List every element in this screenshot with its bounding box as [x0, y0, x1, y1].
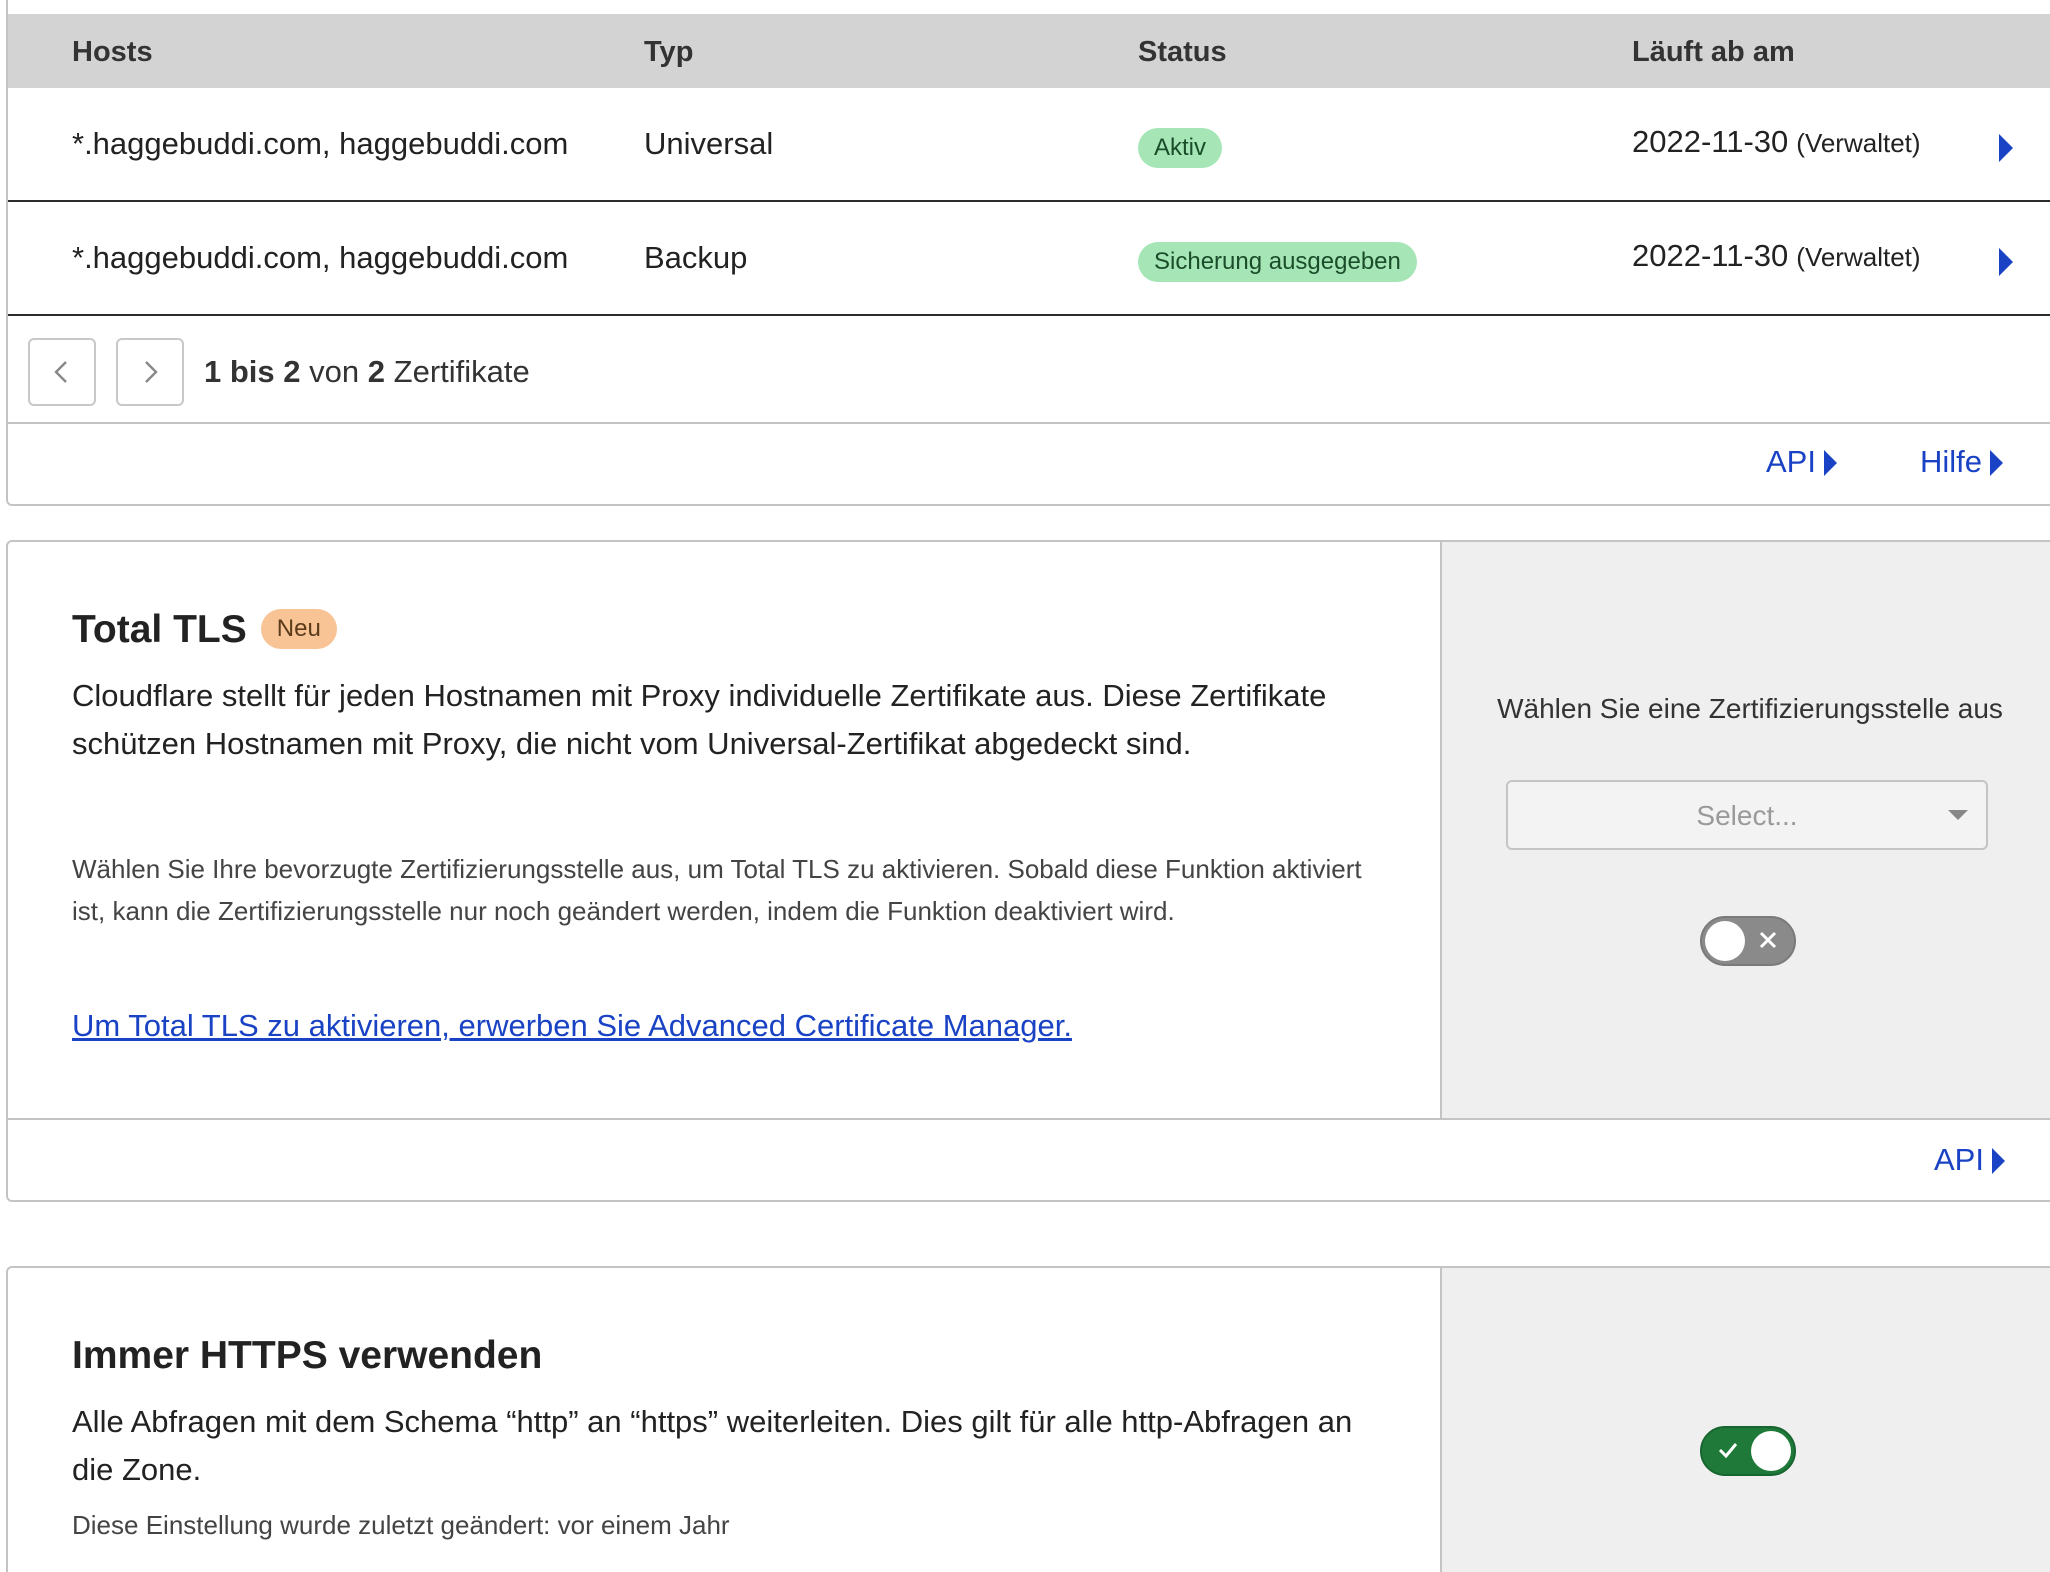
- page-to: 2: [283, 354, 301, 389]
- managed-label: (Verwaltet): [1796, 242, 1921, 272]
- cert-hosts: *.haggebuddi.com, haggebuddi.com: [72, 126, 569, 161]
- cert-expiry: 2022-11-30 (Verwaltet): [1632, 124, 1921, 160]
- always-https-title: Immer HTTPS verwenden: [72, 1334, 543, 1377]
- total-tls-note: Wählen Sie Ihre bevorzugte Zertifizierun…: [72, 854, 1362, 926]
- total-tls-toggle[interactable]: [1700, 916, 1796, 966]
- x-icon: [1759, 931, 1777, 949]
- toggle-knob: [1705, 921, 1745, 961]
- acm-purchase-link[interactable]: Um Total TLS zu aktivieren, erwerben Sie…: [72, 1008, 1072, 1044]
- total-tls-title: Total TLS Neu: [72, 608, 337, 652]
- page-to-word: bis: [229, 354, 275, 389]
- select-placeholder: Select...: [1696, 800, 1798, 831]
- page-unit: Zertifikate: [393, 354, 530, 389]
- caret-right-icon: [1991, 1148, 2005, 1174]
- always-https-note: Diese Einstellung wurde zuletzt geändert…: [72, 1510, 730, 1540]
- expiry-date: 2022-11-30: [1632, 238, 1789, 273]
- chevron-down-icon: [1948, 810, 1968, 820]
- api-link-label: API: [1934, 1142, 1984, 1177]
- certificates-card: Hosts Typ Status Läuft ab am *.haggebudd…: [6, 0, 2050, 506]
- chevron-left-icon: [54, 361, 67, 383]
- card-footer: API Hilfe: [8, 422, 2050, 504]
- column-header-hosts[interactable]: Hosts: [72, 36, 153, 69]
- always-https-control-panel: [1440, 1268, 2050, 1572]
- expiry-date: 2022-11-30: [1632, 124, 1789, 159]
- help-link[interactable]: Hilfe: [1920, 444, 2004, 480]
- always-https-description: Alle Abfragen mit dem Schema “http” an “…: [72, 1404, 1353, 1487]
- caret-right-icon: [1823, 450, 1837, 476]
- page-from: 1: [204, 354, 222, 389]
- managed-label: (Verwaltet): [1796, 128, 1921, 158]
- toggle-knob: [1751, 1431, 1791, 1471]
- table-row[interactable]: *.haggebuddi.com, haggebuddi.com Univers…: [8, 88, 2050, 202]
- page-total: 2: [367, 354, 386, 389]
- column-header-status[interactable]: Status: [1138, 36, 1227, 69]
- pagination: 1 bis 2 von 2 Zertifikate: [8, 314, 2050, 424]
- api-link-label: API: [1766, 444, 1816, 479]
- chevron-right-icon: [145, 361, 158, 383]
- cert-type: Backup: [644, 240, 748, 275]
- pagination-summary: 1 bis 2 von 2 Zertifikate: [204, 354, 530, 390]
- column-header-expires[interactable]: Läuft ab am: [1632, 36, 1795, 69]
- total-tls-control-panel: Wählen Sie eine Zertifizierungsstelle au…: [1440, 542, 2050, 1120]
- next-page-button[interactable]: [116, 338, 184, 406]
- cert-type: Universal: [644, 126, 774, 161]
- table-header: Hosts Typ Status Läuft ab am: [8, 14, 2050, 88]
- status-badge: Aktiv: [1138, 128, 1223, 168]
- total-tls-description: Cloudflare stellt für jeden Hostnamen mi…: [72, 678, 1327, 761]
- caret-right-icon[interactable]: [1999, 134, 2013, 162]
- api-link[interactable]: API: [1934, 1142, 2005, 1178]
- card-footer: API: [8, 1118, 2050, 1200]
- cert-expiry: 2022-11-30 (Verwaltet): [1632, 238, 1921, 274]
- page-of-word: von: [309, 354, 360, 389]
- section-title: Total TLS: [72, 608, 247, 651]
- help-link-label: Hilfe: [1920, 444, 1983, 479]
- column-header-type[interactable]: Typ: [644, 36, 693, 69]
- check-icon: [1718, 1443, 1738, 1459]
- previous-page-button[interactable]: [28, 338, 96, 406]
- api-link[interactable]: API: [1766, 444, 1837, 480]
- always-https-card: Immer HTTPS verwenden Alle Abfragen mit …: [6, 1266, 2050, 1572]
- new-badge: Neu: [260, 609, 337, 649]
- cert-hosts: *.haggebuddi.com, haggebuddi.com: [72, 240, 569, 275]
- ca-select-label: Wählen Sie eine Zertifizierungsstelle au…: [1497, 693, 2003, 724]
- status-badge: Sicherung ausgegeben: [1138, 242, 1417, 282]
- total-tls-card: Wählen Sie eine Zertifizierungsstelle au…: [6, 540, 2050, 1202]
- caret-right-icon[interactable]: [1999, 248, 2013, 276]
- always-https-toggle[interactable]: [1700, 1426, 1796, 1476]
- caret-right-icon: [1990, 450, 2004, 476]
- ca-select[interactable]: Select...: [1506, 780, 1988, 850]
- table-row[interactable]: *.haggebuddi.com, haggebuddi.com Backup …: [8, 202, 2050, 316]
